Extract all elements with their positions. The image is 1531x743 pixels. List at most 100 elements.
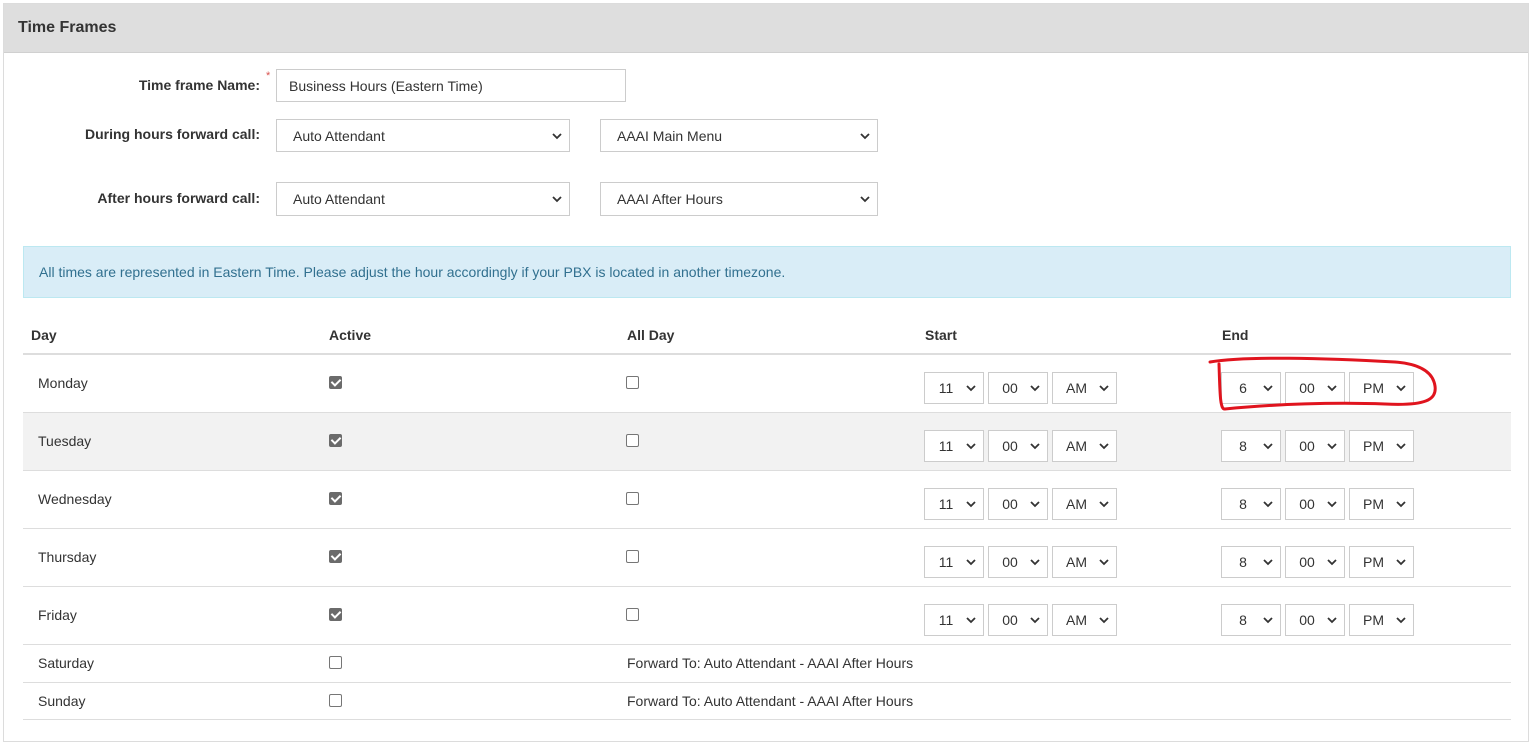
timezone-alert: All times are represented in Eastern Tim… xyxy=(23,246,1511,298)
active-checkbox[interactable] xyxy=(329,550,342,563)
after-hours-type-select[interactable]: Auto Attendant xyxy=(276,182,570,216)
chevron-down-icon xyxy=(1263,501,1273,508)
chevron-down-icon xyxy=(1327,385,1337,392)
table-row: Saturday Forward To: Auto Attendant - AAA… xyxy=(23,645,1511,683)
table-row: Tuesday 11 00 AM 8 00 PM xyxy=(23,413,1511,471)
chevron-down-icon xyxy=(1327,443,1337,450)
day-label: Wednesday xyxy=(38,491,112,507)
day-label: Saturday xyxy=(38,655,95,671)
start-hour-select[interactable]: 11 xyxy=(924,488,984,520)
all-day-checkbox[interactable] xyxy=(626,434,639,447)
chevron-down-icon xyxy=(1099,385,1109,392)
start-ampm-select[interactable]: AM xyxy=(1052,372,1117,404)
active-checkbox[interactable] xyxy=(329,608,342,621)
start-minute-select[interactable]: 00 xyxy=(988,430,1048,462)
chevron-down-icon xyxy=(1396,385,1406,392)
start-ampm-select[interactable]: AM xyxy=(1052,430,1117,462)
chevron-down-icon xyxy=(1030,559,1040,566)
day-label: Thursday xyxy=(38,549,97,565)
during-hours-label: During hours forward call: xyxy=(84,126,260,142)
active-checkbox[interactable] xyxy=(329,656,342,669)
chevron-down-icon xyxy=(966,385,976,392)
start-minute-select[interactable]: 00 xyxy=(988,372,1048,404)
active-checkbox[interactable] xyxy=(329,694,342,707)
during-hours-type-value: Auto Attendant xyxy=(293,127,385,144)
panel-title: Time Frames xyxy=(18,19,117,36)
chevron-down-icon xyxy=(1396,559,1406,566)
chevron-down-icon xyxy=(966,617,976,624)
panel-bottom-border xyxy=(3,741,1529,742)
column-header-start: Start xyxy=(925,327,957,343)
table-row: Monday 11 00 AM 6 00 PM xyxy=(23,355,1511,413)
chevron-down-icon xyxy=(860,132,870,139)
chevron-down-icon xyxy=(1099,443,1109,450)
column-header-day: Day xyxy=(31,327,57,343)
chevron-down-icon xyxy=(1099,559,1109,566)
end-ampm-select[interactable]: PM xyxy=(1349,488,1414,520)
after-hours-label: After hours forward call: xyxy=(97,190,260,206)
end-hour-select[interactable]: 8 xyxy=(1221,488,1281,520)
end-minute-select[interactable]: 00 xyxy=(1285,430,1345,462)
start-minute-select[interactable]: 00 xyxy=(988,546,1048,578)
required-marker: * xyxy=(266,70,271,82)
start-ampm-select[interactable]: AM xyxy=(1052,604,1117,636)
table-row: Sunday Forward To: Auto Attendant - AAAI … xyxy=(23,683,1511,720)
start-ampm-select[interactable]: AM xyxy=(1052,546,1117,578)
active-checkbox[interactable] xyxy=(329,376,342,389)
all-day-checkbox[interactable] xyxy=(626,608,639,621)
start-hour-select[interactable]: 11 xyxy=(924,604,984,636)
active-checkbox[interactable] xyxy=(329,492,342,505)
forward-to-text: Forward To: Auto Attendant - AAAI After … xyxy=(627,655,914,671)
all-day-checkbox[interactable] xyxy=(626,376,639,389)
panel-header: Time Frames xyxy=(4,4,1528,53)
table-row: Wednesday 11 00 AM 8 00 PM xyxy=(23,471,1511,529)
active-checkbox[interactable] xyxy=(329,434,342,447)
chevron-down-icon xyxy=(552,196,562,203)
during-hours-target-value: AAAI Main Menu xyxy=(617,127,723,144)
end-ampm-select[interactable]: PM xyxy=(1349,430,1414,462)
column-header-active: Active xyxy=(329,327,372,343)
all-day-checkbox[interactable] xyxy=(626,492,639,505)
column-header-end: End xyxy=(1222,327,1249,343)
chevron-down-icon xyxy=(966,501,976,508)
chevron-down-icon xyxy=(1263,559,1273,566)
start-ampm-select[interactable]: AM xyxy=(1052,488,1117,520)
end-hour-select[interactable]: 8 xyxy=(1221,546,1281,578)
start-hour-select[interactable]: 11 xyxy=(924,430,984,462)
day-label: Friday xyxy=(38,607,77,623)
start-minute-select[interactable]: 00 xyxy=(988,488,1048,520)
during-hours-target-select[interactable]: AAAI Main Menu xyxy=(600,119,878,152)
end-ampm-select[interactable]: PM xyxy=(1349,372,1414,404)
chevron-down-icon xyxy=(1030,501,1040,508)
chevron-down-icon xyxy=(966,559,976,566)
chevron-down-icon xyxy=(1030,385,1040,392)
end-hour-select[interactable]: 6 xyxy=(1221,372,1281,404)
end-hour-select[interactable]: 8 xyxy=(1221,430,1281,462)
table-row: Thursday 11 00 AM 8 00 PM xyxy=(23,529,1511,587)
start-minute-select[interactable]: 00 xyxy=(988,604,1048,636)
start-hour-select[interactable]: 11 xyxy=(924,372,984,404)
chevron-down-icon xyxy=(1099,617,1109,624)
end-minute-select[interactable]: 00 xyxy=(1285,604,1345,636)
end-minute-select[interactable]: 00 xyxy=(1285,372,1345,404)
end-minute-select[interactable]: 00 xyxy=(1285,546,1345,578)
all-day-checkbox[interactable] xyxy=(626,550,639,563)
start-hour-select[interactable]: 11 xyxy=(924,546,984,578)
time-frame-name-label: Time frame Name: xyxy=(138,77,260,93)
end-hour-select[interactable]: 8 xyxy=(1221,604,1281,636)
end-minute-select[interactable]: 00 xyxy=(1285,488,1345,520)
day-label: Monday xyxy=(38,375,88,391)
end-ampm-select[interactable]: PM xyxy=(1349,546,1414,578)
chevron-down-icon xyxy=(1327,559,1337,566)
chevron-down-icon xyxy=(1030,617,1040,624)
day-label: Sunday xyxy=(38,693,86,709)
time-frame-name-input[interactable]: Business Hours (Eastern Time) xyxy=(276,69,626,102)
after-hours-type-value: Auto Attendant xyxy=(293,191,385,207)
chevron-down-icon xyxy=(1263,617,1273,624)
end-ampm-select[interactable]: PM xyxy=(1349,604,1414,636)
during-hours-type-select[interactable]: Auto Attendant xyxy=(276,119,570,152)
chevron-down-icon xyxy=(1396,443,1406,450)
after-hours-target-select[interactable]: AAAI After Hours xyxy=(600,182,878,216)
chevron-down-icon xyxy=(1263,385,1273,392)
chevron-down-icon xyxy=(1327,617,1337,624)
